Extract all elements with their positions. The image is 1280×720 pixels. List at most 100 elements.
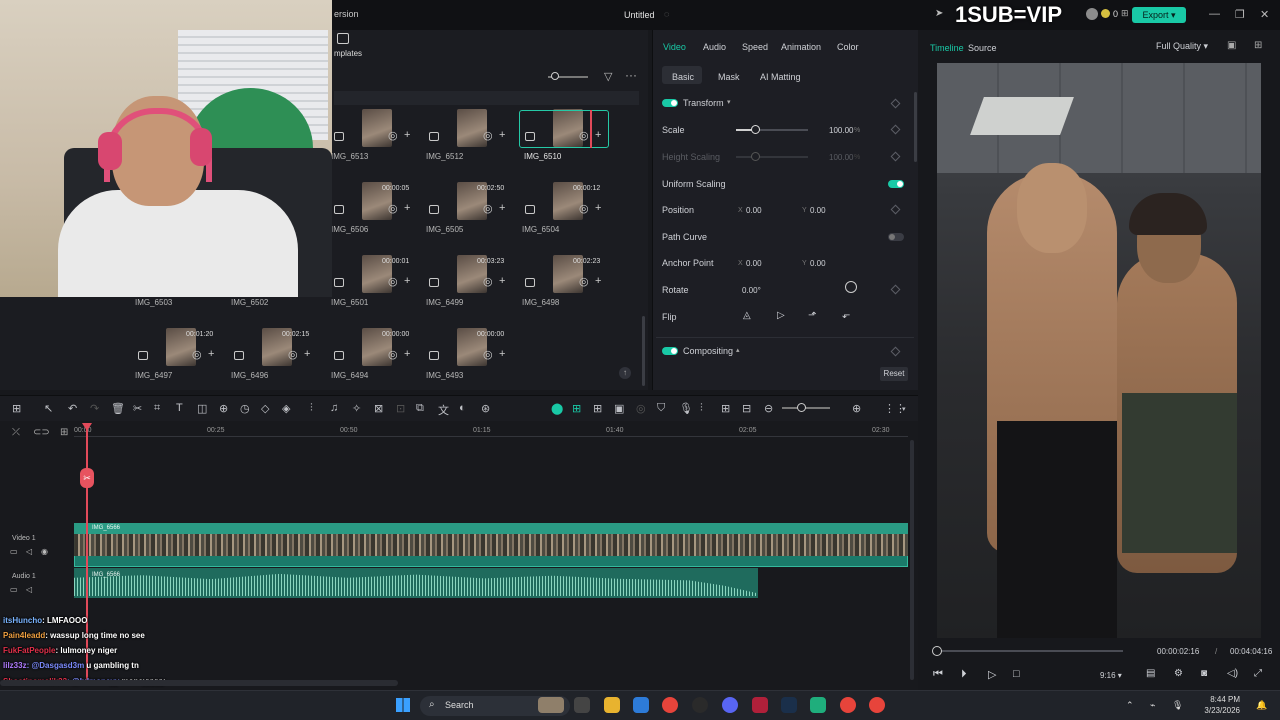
file-explorer-icon[interactable]: [604, 697, 620, 713]
delete-icon[interactable]: 🗑: [111, 402, 125, 415]
chevron-down-icon[interactable]: ▾: [727, 98, 731, 106]
templates-tab[interactable]: mplates: [334, 49, 362, 58]
properties-scrollbar[interactable]: [914, 92, 917, 162]
timeline-horizontal-scrollbar[interactable]: [0, 680, 398, 686]
obs-icon[interactable]: [692, 697, 708, 713]
anchor-y-value[interactable]: 0.00: [810, 259, 826, 268]
mute-icon[interactable]: ◁: [26, 585, 32, 594]
tab-timeline[interactable]: Timeline: [930, 43, 964, 53]
add-clip-icon[interactable]: +: [404, 202, 410, 214]
video-preview[interactable]: [937, 63, 1261, 638]
add-clip-icon[interactable]: +: [595, 275, 601, 287]
flip-vertical-icon[interactable]: ▷: [777, 310, 785, 321]
split-playhead-icon[interactable]: ✂: [80, 468, 94, 488]
add-clip-icon[interactable]: +: [404, 275, 410, 287]
add-clip-icon[interactable]: +: [499, 275, 505, 287]
tab-speed[interactable]: Speed: [742, 42, 768, 52]
preview-icon[interactable]: ◎: [483, 202, 493, 215]
thumbnail-size-knob[interactable]: [551, 72, 559, 80]
play-from-start-icon[interactable]: ⏵: [961, 668, 967, 681]
scroll-top-icon[interactable]: ↑: [619, 367, 631, 379]
enhance-icon[interactable]: ⊠: [374, 402, 383, 415]
tab-color[interactable]: Color: [837, 42, 859, 52]
transform-section-label[interactable]: Transform: [683, 98, 724, 108]
chrome-icon[interactable]: [662, 697, 678, 713]
zoom-out-icon[interactable]: ⊖: [764, 402, 773, 415]
add-clip-icon[interactable]: +: [595, 202, 601, 214]
subtab-ai-matting[interactable]: AI Matting: [760, 72, 801, 82]
mixer-icon[interactable]: ⫶: [700, 402, 703, 415]
discord-icon[interactable]: [722, 697, 738, 713]
effects-icon[interactable]: ✧: [352, 402, 361, 415]
translate-icon[interactable]: 文: [438, 402, 449, 418]
close-icon[interactable]: ✕: [1260, 8, 1269, 21]
filmora-icon[interactable]: [810, 697, 826, 713]
project-title[interactable]: Untitled: [624, 10, 655, 20]
acrobat-icon[interactable]: [752, 697, 768, 713]
chrome-profile-icon[interactable]: [869, 697, 885, 713]
volume-icon[interactable]: ◁): [1227, 668, 1238, 679]
tab-audio[interactable]: Audio: [703, 42, 726, 52]
windows-start-icon[interactable]: [396, 698, 410, 712]
more-icon[interactable]: ···: [625, 68, 637, 82]
zoom-clip-icon[interactable]: ⊕: [219, 402, 228, 415]
tab-video[interactable]: Video: [663, 42, 686, 52]
compositing-toggle[interactable]: [662, 347, 678, 355]
chevron-down-icon[interactable]: ▾: [902, 405, 906, 413]
fullscreen-icon[interactable]: ⤢: [1254, 668, 1262, 679]
minimize-icon[interactable]: —: [1209, 8, 1220, 20]
render-icon[interactable]: ▤: [1146, 668, 1155, 679]
magic-icon[interactable]: ⊛: [481, 402, 490, 415]
uniform-scaling-toggle[interactable]: [888, 180, 904, 188]
add-clip-icon[interactable]: +: [404, 348, 410, 360]
quality-dropdown[interactable]: Full Quality ▾: [1156, 41, 1208, 52]
rotate-dial[interactable]: [845, 281, 857, 293]
mic-tray-icon[interactable]: 🎙: [1172, 700, 1183, 711]
maximize-icon[interactable]: ❐: [1235, 8, 1245, 21]
preview-icon[interactable]: ◎: [388, 348, 398, 361]
select-tool-icon[interactable]: ↖: [44, 402, 53, 415]
grid-icon[interactable]: ⊞: [1121, 8, 1129, 19]
ai-tool-icon[interactable]: ◫: [197, 402, 207, 415]
subtab-basic[interactable]: Basic: [672, 72, 694, 82]
add-clip-icon[interactable]: +: [499, 129, 505, 141]
compositing-section-label[interactable]: Compositing: [683, 346, 733, 356]
tab-animation[interactable]: Animation: [781, 42, 821, 52]
store-icon[interactable]: [633, 697, 649, 713]
chevron-up-icon[interactable]: ▴: [736, 346, 740, 354]
preview-icon[interactable]: ◎: [483, 348, 493, 361]
notification-icon[interactable]: 🔔: [1256, 700, 1267, 711]
add-clip-icon[interactable]: +: [208, 348, 214, 360]
preview-scrubber[interactable]: [937, 650, 1123, 652]
eye-icon[interactable]: ◉: [41, 547, 48, 556]
aspect-ratio-dropdown[interactable]: 9:16 ▾: [1100, 671, 1122, 680]
steam-icon[interactable]: [781, 697, 797, 713]
folder-icon[interactable]: ▭: [10, 547, 18, 556]
transform-toggle[interactable]: [662, 99, 678, 107]
export-button[interactable]: Export ▾: [1132, 7, 1186, 23]
media-search-bar[interactable]: [334, 91, 639, 105]
zoom-in-icon[interactable]: ⊕: [852, 402, 861, 415]
preview-icon[interactable]: ◎: [388, 275, 398, 288]
preview-icon[interactable]: ◎: [388, 129, 398, 142]
play-icon[interactable]: ▷: [988, 668, 996, 681]
marker-icon[interactable]: ⛉: [657, 402, 665, 415]
task-view-icon[interactable]: [574, 697, 590, 713]
track-link-icon[interactable]: ⊂⊃: [33, 427, 50, 438]
preview-icon[interactable]: ◎: [288, 348, 298, 361]
cloud-sync-icon[interactable]: ◌: [664, 9, 669, 19]
timeline-scrollbar[interactable]: [910, 440, 914, 680]
reset-button[interactable]: Reset: [880, 367, 908, 381]
chrome-alt-icon[interactable]: [840, 697, 856, 713]
text-icon[interactable]: T: [176, 402, 183, 414]
add-track-menu-icon[interactable]: ⊞: [60, 427, 68, 438]
unlink-icon[interactable]: ⤫: [12, 427, 20, 438]
chevron-up-icon[interactable]: ⌃: [1126, 700, 1134, 711]
rotate-value[interactable]: 0.00°: [742, 286, 761, 295]
taskbar-time[interactable]: 8:44 PM: [1196, 695, 1240, 704]
audio-stretch-icon[interactable]: ♫: [330, 402, 338, 414]
position-x-value[interactable]: 0.00: [746, 206, 762, 215]
stop-icon[interactable]: □: [1013, 668, 1020, 680]
preview-icon[interactable]: ◎: [579, 202, 589, 215]
snap-icon[interactable]: ⬤: [551, 402, 563, 415]
